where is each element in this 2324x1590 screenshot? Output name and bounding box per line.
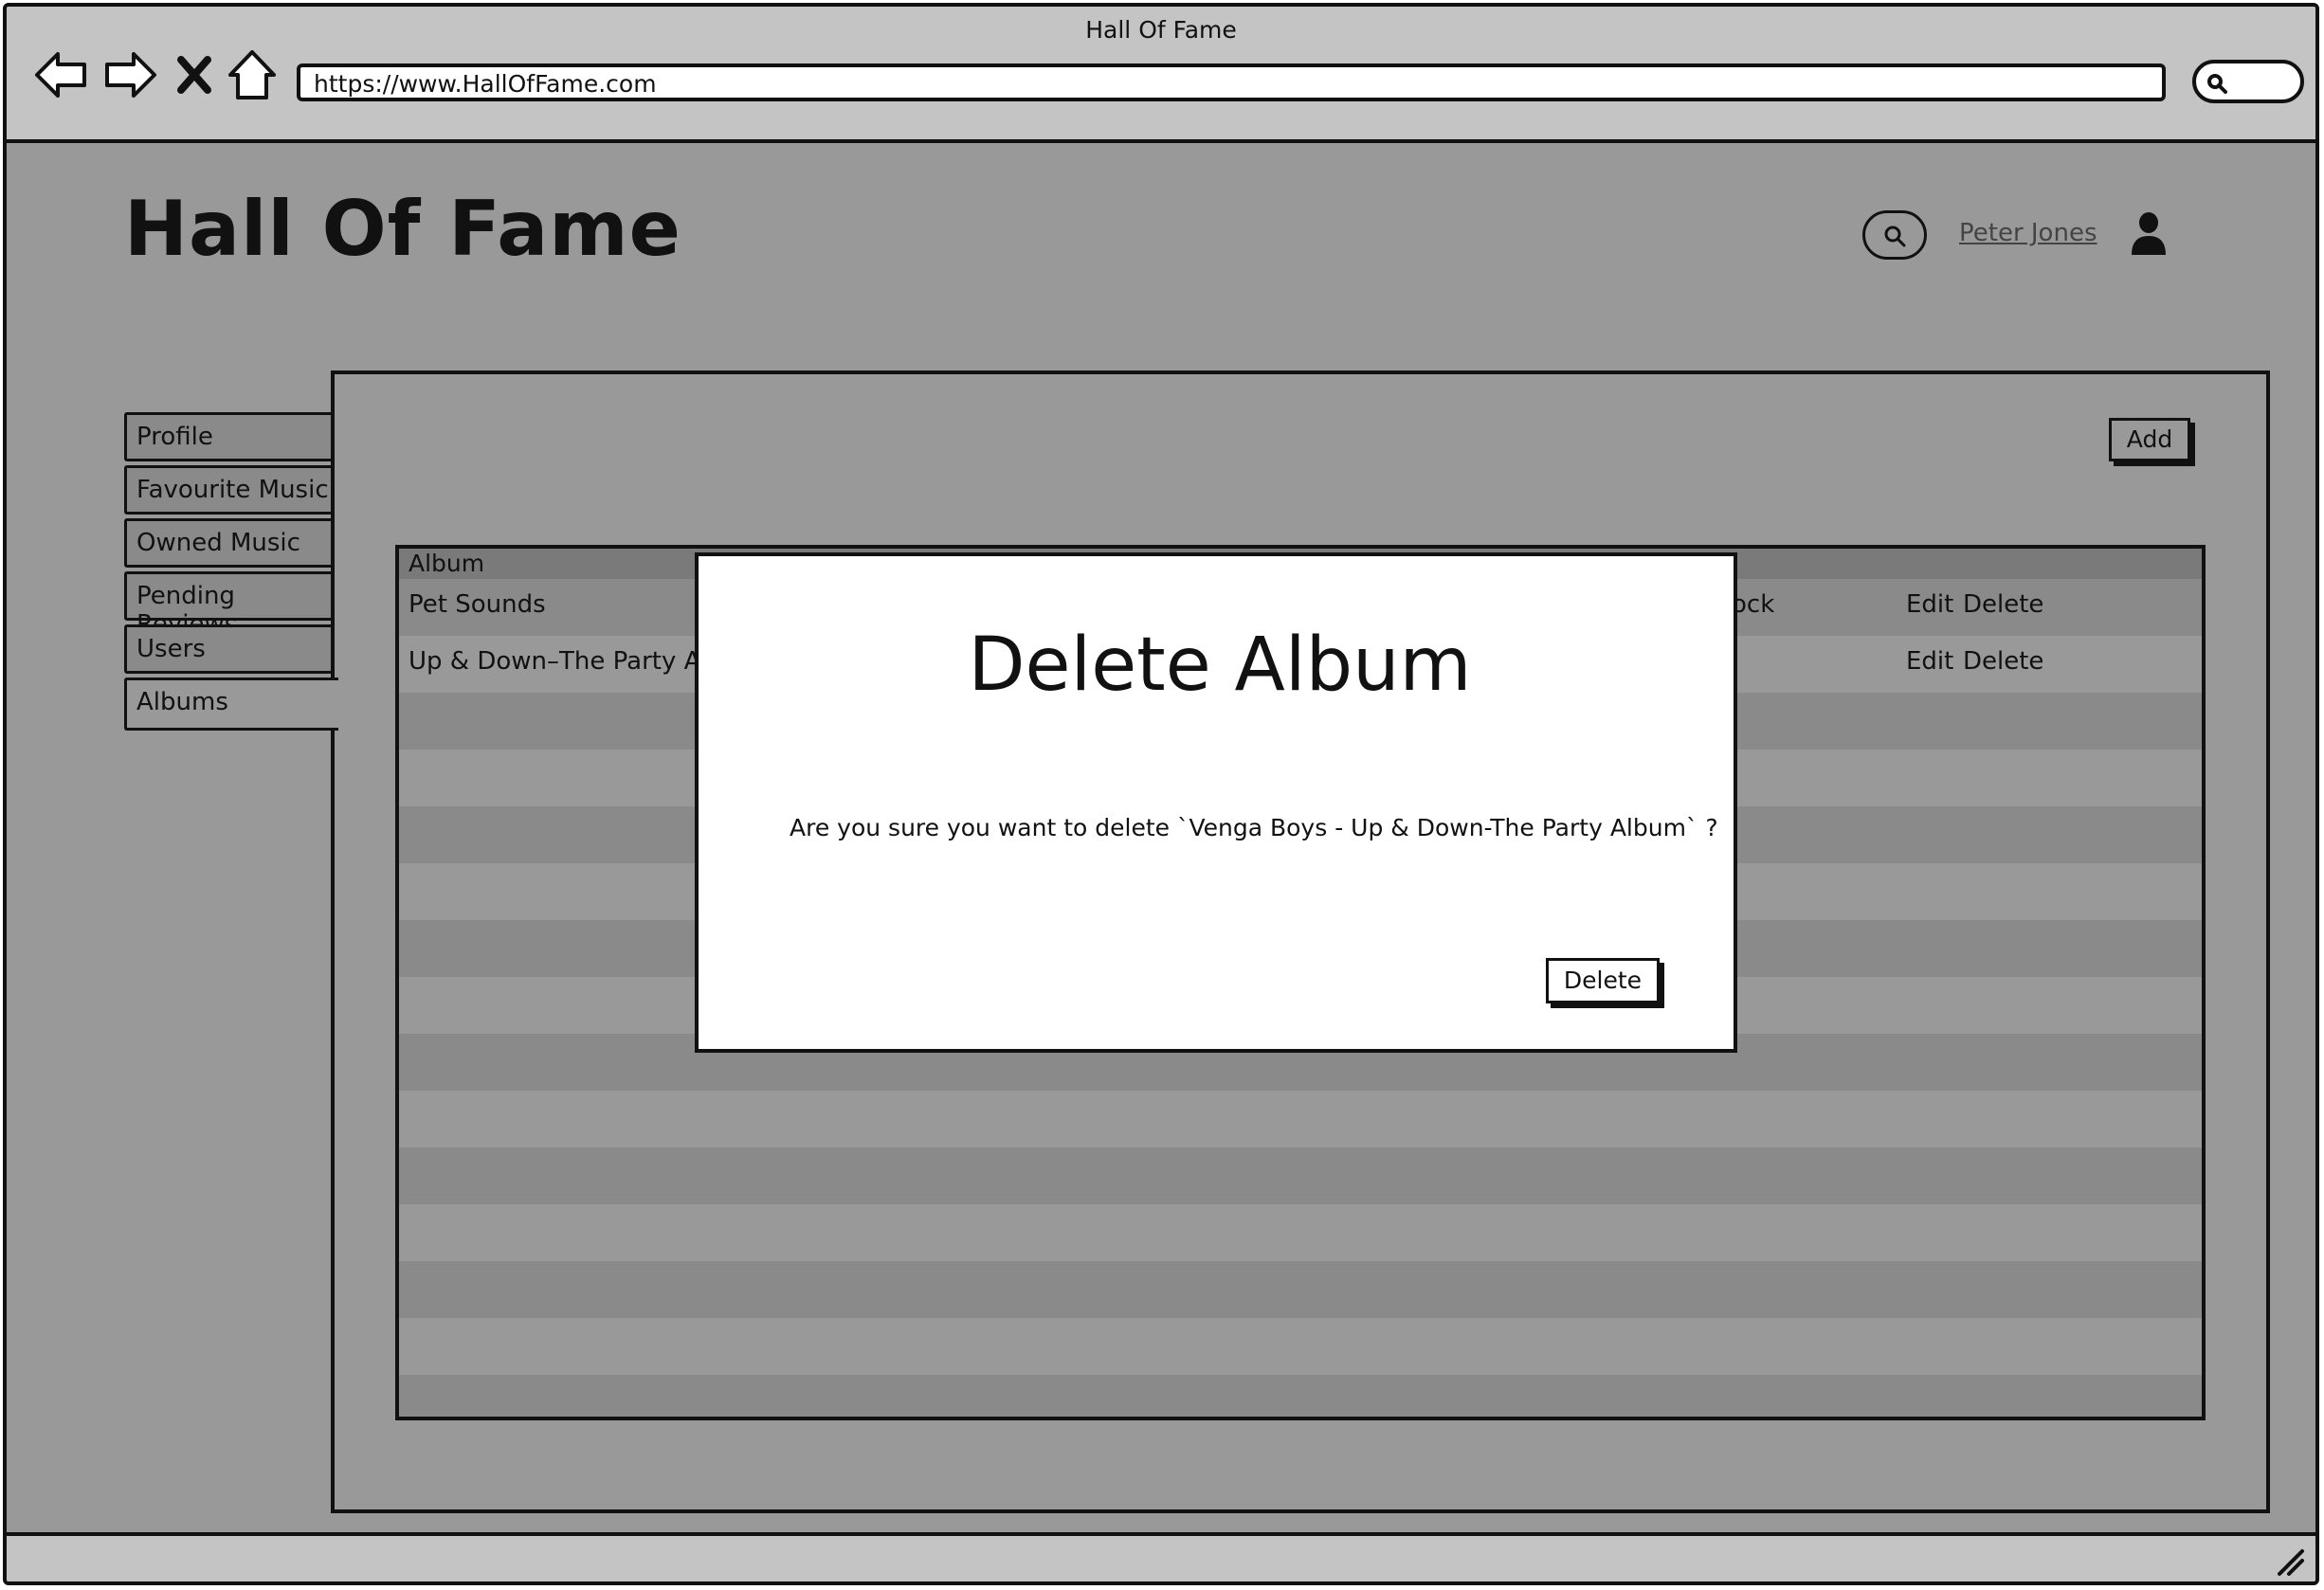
- browser-window: Hall Of Fame https://www.HallOfFame.com …: [3, 3, 2319, 1585]
- row-album-name: Up & Down–The Party Alb: [409, 647, 724, 676]
- table-row-empty: [399, 1147, 2202, 1204]
- tab-label: Albums: [136, 688, 228, 716]
- tab-label: Profile: [136, 423, 213, 451]
- dialog-message: Are you sure you want to delete `Venga B…: [790, 814, 1718, 841]
- tab-owned-music[interactable]: Owned Music: [124, 518, 335, 568]
- url-bar[interactable]: https://www.HallOfFame.com: [297, 63, 2166, 101]
- row-album-name: Pet Sounds: [409, 590, 546, 619]
- delete-album-dialog: Delete Album Are you sure you want to de…: [695, 552, 1737, 1053]
- tab-label: Users: [136, 635, 206, 663]
- confirm-delete-button[interactable]: Delete: [1546, 958, 1660, 1003]
- browser-search-field[interactable]: [2192, 60, 2304, 103]
- table-row-empty: [399, 1375, 2202, 1417]
- resize-grip-icon[interactable]: [2274, 1545, 2306, 1578]
- row-genre-cell: ock: [1732, 590, 1775, 619]
- window-title: Hall Of Fame: [1085, 16, 1237, 44]
- tab-profile[interactable]: Profile: [124, 412, 335, 461]
- delete-album-link[interactable]: Delete: [1963, 647, 2043, 676]
- edit-album-link[interactable]: Edit: [1906, 647, 1953, 676]
- add-album-button[interactable]: Add: [2109, 418, 2190, 461]
- search-icon: [1884, 226, 1906, 247]
- tab-label: Owned Music: [136, 529, 300, 557]
- browser-toolbar: Hall Of Fame https://www.HallOfFame.com: [7, 7, 2315, 143]
- url-text: https://www.HallOfFame.com: [314, 70, 657, 98]
- table-row-empty: [399, 1261, 2202, 1318]
- forward-arrow-icon[interactable]: [101, 48, 158, 101]
- search-icon: [2207, 74, 2227, 94]
- column-header-album: Album: [409, 550, 485, 577]
- dialog-title: Delete Album: [968, 623, 1472, 708]
- tab-users[interactable]: Users: [124, 624, 335, 674]
- status-bar: [7, 1532, 2315, 1581]
- tab-label: Favourite Music: [136, 476, 329, 504]
- back-arrow-icon[interactable]: [33, 48, 90, 101]
- home-icon[interactable]: [227, 48, 278, 101]
- user-name-link[interactable]: Peter Jones: [1959, 219, 2097, 247]
- close-icon[interactable]: [173, 48, 215, 101]
- user-avatar-icon[interactable]: [2130, 211, 2168, 257]
- tab-pending-reviews[interactable]: Pending Reviews: [124, 571, 335, 639]
- tab-albums[interactable]: Albums: [124, 678, 338, 731]
- site-title: Hall Of Fame: [124, 185, 681, 273]
- delete-album-link[interactable]: Delete: [1963, 590, 2043, 619]
- tab-favourite-music[interactable]: Favourite Music: [124, 465, 335, 515]
- edit-album-link[interactable]: Edit: [1906, 590, 1953, 619]
- header-search-button[interactable]: [1862, 210, 1927, 260]
- page-content: Hall Of Fame Peter Jones Profile Favouri…: [7, 143, 2315, 1540]
